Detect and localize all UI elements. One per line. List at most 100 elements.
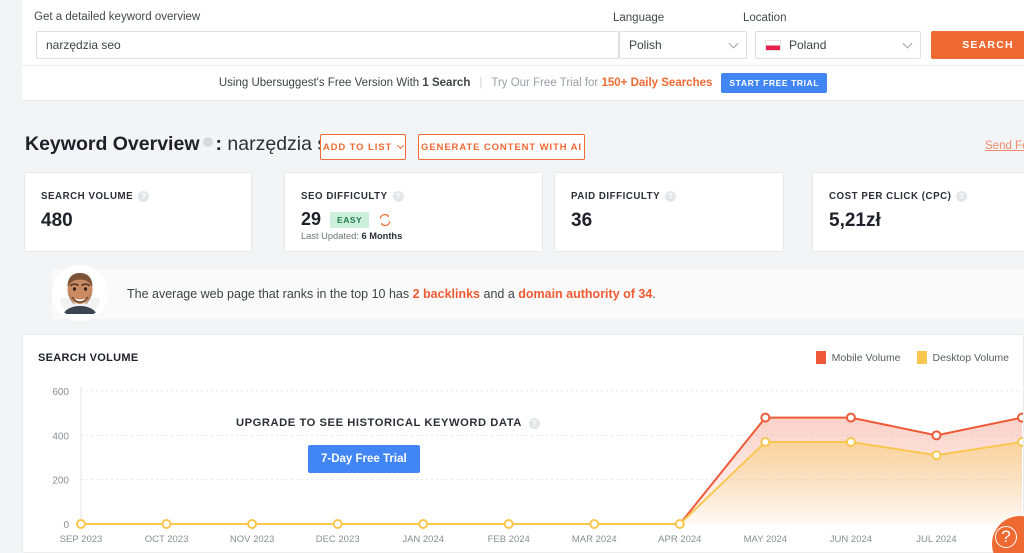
language-selected-value: Polish	[629, 38, 662, 52]
search-volume-value: 480	[41, 210, 73, 231]
ubersuggest-keyword-overview-page: Get a detailed keyword overview Language…	[0, 0, 1024, 553]
paid-difficulty-value: 36	[571, 210, 593, 231]
cost-per-click-label: COST PER CLICK (CPC) ?	[829, 191, 968, 202]
trial-offer-highlight: 150+ Daily Searches	[601, 77, 713, 89]
legend-item-mobile[interactable]: Mobile Volume	[815, 351, 901, 364]
legend-item-desktop[interactable]: Desktop Volume	[916, 351, 1009, 364]
insight-text-2: and a	[480, 287, 519, 301]
help-icon[interactable]: ?	[392, 191, 404, 202]
seo-difficulty-card: SEO DIFFICULTY ? 29 EASY Last Updated: 6…	[284, 172, 543, 252]
generate-content-with-ai-button[interactable]: GENERATE CONTENT WITH AI	[418, 134, 585, 160]
svg-text:JUL 2024: JUL 2024	[916, 534, 956, 545]
paid-difficulty-label-text: PAID DIFFICULTY	[571, 191, 661, 202]
svg-text:OCT 2023: OCT 2023	[145, 534, 189, 545]
poland-flag-icon	[765, 39, 781, 51]
send-feedback-link[interactable]: Send Feedback	[985, 140, 1024, 152]
cost-per-click-card: COST PER CLICK (CPC) ? 5,21zł	[812, 172, 1024, 252]
trial-offer-text: Try Our Free Trial for 150+ Daily Search…	[491, 77, 712, 89]
page-title: Keyword Overview: narzędzia seo	[25, 133, 349, 156]
seo-difficulty-value: 29	[301, 209, 322, 229]
legend-swatch-mobile	[815, 351, 826, 364]
seo-difficulty-updated: Last Updated: 6 Months	[301, 231, 402, 241]
language-select[interactable]: Polish	[619, 31, 747, 59]
info-icon[interactable]	[202, 137, 213, 147]
search-volume-card: SEARCH VOLUME ? 480	[24, 172, 252, 252]
svg-text:APR 2024: APR 2024	[658, 534, 701, 545]
free-version-text-main: Using Ubersuggest's Free Version With	[218, 77, 423, 89]
page-title-separator: :	[215, 133, 228, 155]
seo-difficulty-badge: EASY	[330, 211, 370, 228]
add-to-list-label: ADD TO LIST	[322, 141, 393, 153]
avatar	[55, 268, 105, 318]
generate-ai-label: GENERATE CONTENT WITH AI	[421, 141, 582, 153]
svg-text:0: 0	[63, 520, 69, 531]
question-mark-icon: ?	[995, 526, 1017, 548]
svg-text:MAY 2024: MAY 2024	[744, 534, 787, 545]
add-to-list-button[interactable]: ADD TO LIST	[320, 134, 406, 160]
page-title-text: Keyword Overview	[25, 133, 200, 155]
svg-text:200: 200	[52, 476, 69, 487]
chevron-down-icon	[902, 38, 913, 49]
paid-difficulty-card: PAID DIFFICULTY ? 36	[554, 172, 784, 252]
legend-swatch-desktop	[916, 351, 927, 364]
seo-difficulty-row: 29 EASY	[301, 209, 392, 230]
seo-difficulty-label: SEO DIFFICULTY ?	[301, 191, 404, 202]
updated-value: 6 Months	[361, 231, 403, 241]
start-free-trial-button[interactable]: START FREE TRIAL	[721, 73, 828, 93]
location-label: Location	[743, 12, 787, 24]
help-icon[interactable]: ?	[138, 191, 150, 202]
search-volume-chart-card: SEARCH VOLUME Mobile Volume Desktop Volu…	[22, 334, 1024, 553]
search-bar-label: Get a detailed keyword overview	[34, 11, 201, 23]
search-volume-label-text: SEARCH VOLUME	[41, 191, 134, 202]
svg-text:SEP 2023: SEP 2023	[60, 534, 103, 545]
cost-per-click-value: 5,21zł	[829, 210, 881, 231]
trial-offer-prefix: Try Our Free Trial for	[491, 77, 602, 89]
chevron-down-icon	[728, 38, 739, 49]
insight-text-1: The average web page that ranks in the t…	[127, 287, 413, 301]
chart-legend: Mobile Volume Desktop Volume	[815, 351, 1009, 364]
free-version-notice: Using Ubersuggest's Free Version With 1 …	[22, 66, 1024, 101]
cost-per-click-label-text: COST PER CLICK (CPC)	[829, 191, 952, 202]
insight-backlinks-highlight: 2 backlinks	[412, 287, 481, 301]
legend-label-desktop: Desktop Volume	[932, 351, 1009, 364]
insight-banner: The average web page that ranks in the t…	[22, 265, 1024, 323]
chart-upgrade-title: UPGRADE TO SEE HISTORICAL KEYWORD DATA ?	[236, 417, 540, 429]
help-icon[interactable]: ?	[528, 417, 540, 429]
page-header: Keyword Overview: narzędzia seo ADD TO L…	[22, 132, 1024, 164]
svg-text:JAN 2024: JAN 2024	[402, 534, 444, 545]
line-chart: 0 200 400 600 SEP 2023 OCT 2023 NOV 2023 DEC 20…	[52, 387, 1023, 545]
free-version-text: Using Ubersuggest's Free Version With 1 …	[219, 77, 470, 89]
chart-upgrade-title-text: UPGRADE TO SEE HISTORICAL KEYWORD DATA	[236, 417, 522, 429]
location-select[interactable]: Poland	[755, 31, 921, 59]
refresh-icon[interactable]	[378, 213, 392, 227]
svg-text:400: 400	[52, 431, 69, 442]
language-label: Language	[613, 12, 665, 24]
help-icon[interactable]: ?	[665, 191, 677, 202]
insight-text-3: .	[652, 287, 656, 301]
legend-label-mobile: Mobile Volume	[831, 351, 901, 364]
seven-day-free-trial-button[interactable]: 7-Day Free Trial	[308, 445, 420, 473]
updated-prefix: Last Updated:	[301, 231, 362, 241]
svg-text:NOV 2023: NOV 2023	[230, 534, 274, 545]
metric-cards: SEARCH VOLUME ? 480 SEO DIFFICULTY ? 29 …	[22, 172, 1024, 252]
chart-title: SEARCH VOLUME	[38, 352, 139, 364]
keyword-input[interactable]	[36, 31, 619, 59]
location-selected-value: Poland	[789, 38, 827, 52]
help-icon[interactable]: ?	[956, 191, 968, 202]
notice-separator: |	[479, 77, 483, 89]
insight-text: The average web page that ranks in the t…	[127, 287, 656, 301]
search-button[interactable]: SEARCH	[931, 31, 1024, 59]
paid-difficulty-label: PAID DIFFICULTY ?	[571, 191, 677, 202]
seo-difficulty-label-text: SEO DIFFICULTY	[301, 191, 388, 202]
svg-text:JUN 2024: JUN 2024	[830, 534, 872, 545]
search-volume-label: SEARCH VOLUME ?	[41, 191, 150, 202]
svg-text:DEC 2023: DEC 2023	[316, 534, 360, 545]
insight-domain-authority-highlight: domain authority of 34	[518, 287, 653, 301]
chart-plot-area: 0 200 400 600 SEP 2023 OCT 2023 NOV 2023 DEC 20…	[23, 375, 1023, 552]
free-version-search-count: 1 Search	[422, 77, 471, 89]
search-bar: Get a detailed keyword overview Language…	[22, 0, 1024, 66]
svg-text:600: 600	[52, 387, 69, 398]
chevron-down-icon	[397, 141, 405, 149]
svg-text:MAR 2024: MAR 2024	[572, 534, 617, 545]
svg-text:FEB 2024: FEB 2024	[488, 534, 530, 545]
